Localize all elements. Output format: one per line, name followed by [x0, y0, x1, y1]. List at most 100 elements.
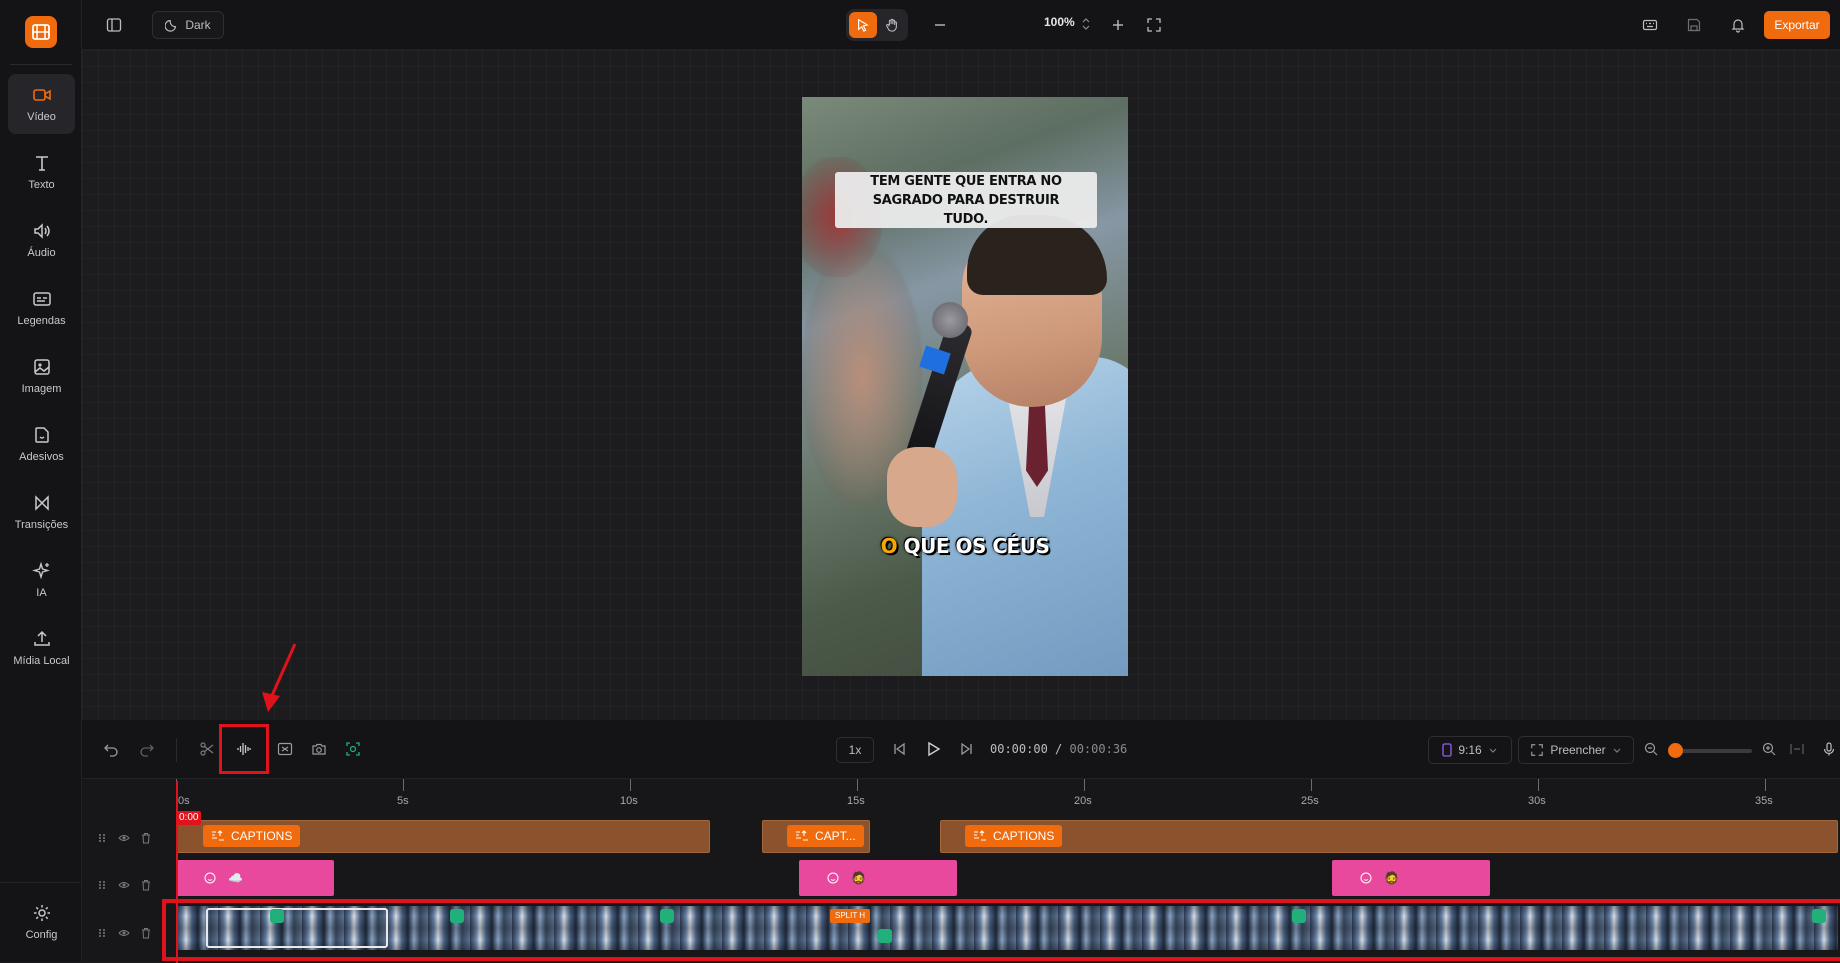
expand-icon: [1531, 744, 1544, 756]
sidebar-item-local-media[interactable]: Mídia Local: [8, 618, 75, 678]
save-button[interactable]: [1680, 11, 1708, 39]
sticker-emoji: ☁️: [228, 871, 243, 885]
upload-icon: [33, 630, 50, 646]
sidebar-item-label: Transições: [14, 519, 69, 531]
theme-toggle-button[interactable]: Dark: [152, 11, 224, 39]
trash-icon[interactable]: [140, 832, 152, 844]
captions-icon: [796, 830, 808, 841]
sticker-clip[interactable]: 🧔: [799, 860, 957, 896]
track-controls: [96, 879, 156, 891]
skip-back-button[interactable]: [888, 738, 910, 760]
export-button[interactable]: Exportar: [1764, 11, 1830, 39]
current-time: 00:00:00: [990, 742, 1048, 756]
captions-clip-label: CAPTIONS: [993, 829, 1055, 843]
sidebar-item-stickers[interactable]: Adesivos: [8, 414, 75, 474]
face-detect-button[interactable]: [342, 738, 364, 760]
redo-icon: [140, 744, 154, 757]
captions-clip[interactable]: CAPTIONS: [940, 820, 1838, 853]
ruler-label: 20s: [1074, 795, 1092, 807]
title-caption-box[interactable]: TEM GENTE QUE ENTRA NO SAGRADO PARA DEST…: [835, 172, 1097, 228]
visibility-icon[interactable]: [118, 927, 130, 939]
sidebar-item-ai[interactable]: IA: [8, 550, 75, 610]
title-caption-text: TEM GENTE QUE ENTRA NO SAGRADO PARA DEST…: [870, 173, 1062, 227]
zoom-out-icon: [1644, 742, 1658, 756]
sidebar-item-image[interactable]: Imagem: [8, 346, 75, 406]
drag-handle-icon[interactable]: [96, 832, 108, 844]
sidebar-item-audio[interactable]: Áudio: [8, 210, 75, 270]
ruler-label: 5s: [397, 795, 409, 807]
sidebar-item-captions[interactable]: Legendas: [8, 278, 75, 338]
sidebar-item-transitions[interactable]: Transições: [8, 482, 75, 542]
zoom-in-button[interactable]: [1106, 11, 1130, 39]
fit-screen-button[interactable]: [1142, 11, 1166, 39]
timeline[interactable]: 0s 5s 10s 15s 20s 25s 30s 35s CAPTIONS C…: [82, 778, 1840, 963]
timeline-zoom-in-button[interactable]: [1758, 738, 1780, 760]
captions-clip[interactable]: CAPTIONS: [176, 820, 710, 853]
captions-clip-label: CAPT...: [815, 829, 856, 843]
text-box-icon: [277, 742, 293, 756]
toggle-sidebar-button[interactable]: [100, 11, 128, 39]
play-icon: [928, 741, 941, 757]
captions-clip-tag: CAPTIONS: [965, 825, 1063, 847]
drag-handle-icon[interactable]: [96, 879, 108, 891]
hand-icon: [886, 18, 897, 32]
snapshot-button[interactable]: [308, 738, 330, 760]
select-tool-button[interactable]: [849, 12, 877, 38]
video-preview[interactable]: TEM GENTE QUE ENTRA NO SAGRADO PARA DEST…: [802, 97, 1128, 676]
sidebar-item-label: Mídia Local: [13, 655, 70, 667]
ruler-tick: [857, 779, 858, 791]
ruler-label: 0s: [178, 795, 190, 807]
visibility-icon[interactable]: [118, 879, 130, 891]
timeline-zoom-slider-thumb[interactable]: [1668, 743, 1683, 758]
captions-icon: [974, 830, 986, 841]
camera-icon: [312, 743, 326, 755]
phone-frame-icon: [1442, 743, 1452, 757]
timeline-zoom-out-button[interactable]: [1640, 738, 1662, 760]
record-voice-button[interactable]: [1818, 738, 1840, 760]
sidebar-item-video[interactable]: Vídeo: [8, 74, 75, 134]
subtitle-caption[interactable]: O QUE OS CÉUS: [802, 534, 1128, 558]
skip-back-icon: [894, 742, 905, 756]
zoom-level[interactable]: 100%: [1044, 15, 1075, 29]
sidebar-divider: [0, 882, 82, 883]
subtitle-highlight-word: O: [880, 534, 898, 558]
skip-forward-button[interactable]: [956, 738, 978, 760]
redo-button[interactable]: [136, 738, 158, 760]
fill-mode-select[interactable]: Preencher: [1518, 736, 1634, 764]
keyboard-shortcuts-button[interactable]: [1636, 11, 1664, 39]
hand-tool-button[interactable]: [879, 12, 905, 38]
zoom-in-icon: [1762, 742, 1776, 756]
sidebar-item-config[interactable]: Config: [8, 892, 75, 952]
app-logo[interactable]: [25, 16, 57, 48]
video-track-highlight-box: [162, 899, 1840, 961]
subtitle-text: QUE OS CÉUS: [903, 534, 1050, 558]
sidebar-item-text[interactable]: Texto: [8, 142, 75, 202]
sticker-clip[interactable]: ☁️: [176, 860, 334, 896]
drag-handle-icon[interactable]: [96, 927, 108, 939]
time-ruler[interactable]: 0s 5s 10s 15s 20s 25s 30s 35s: [82, 779, 1840, 819]
trash-icon[interactable]: [140, 879, 152, 891]
ruler-tick: [1311, 779, 1312, 791]
moon-icon: [165, 20, 177, 32]
canvas-area[interactable]: TEM GENTE QUE ENTRA NO SAGRADO PARA DEST…: [82, 50, 1840, 720]
audio-icon: [33, 223, 50, 239]
trash-icon[interactable]: [140, 927, 152, 939]
sidebar: Vídeo Texto Áudio Legendas Imagem Adesiv…: [0, 0, 82, 962]
notifications-button[interactable]: [1724, 11, 1752, 39]
play-button[interactable]: [922, 738, 944, 760]
sticker-clip[interactable]: 🧔: [1332, 860, 1490, 896]
split-button[interactable]: [196, 738, 218, 760]
aspect-ratio-select[interactable]: 9:16: [1428, 736, 1512, 764]
smiley-icon: [1360, 872, 1372, 884]
zoom-out-button[interactable]: [928, 11, 952, 39]
keyboard-icon: [1642, 19, 1658, 31]
captions-clip[interactable]: CAPT...: [762, 820, 870, 853]
visibility-icon[interactable]: [118, 832, 130, 844]
playback-speed-button[interactable]: 1x: [836, 737, 874, 763]
fit-timeline-button[interactable]: [1786, 738, 1808, 760]
skip-forward-icon: [961, 742, 972, 756]
ruler-label: 15s: [847, 795, 865, 807]
sidebar-item-label: Áudio: [27, 247, 56, 259]
add-text-button[interactable]: [274, 738, 296, 760]
undo-button[interactable]: [100, 738, 122, 760]
